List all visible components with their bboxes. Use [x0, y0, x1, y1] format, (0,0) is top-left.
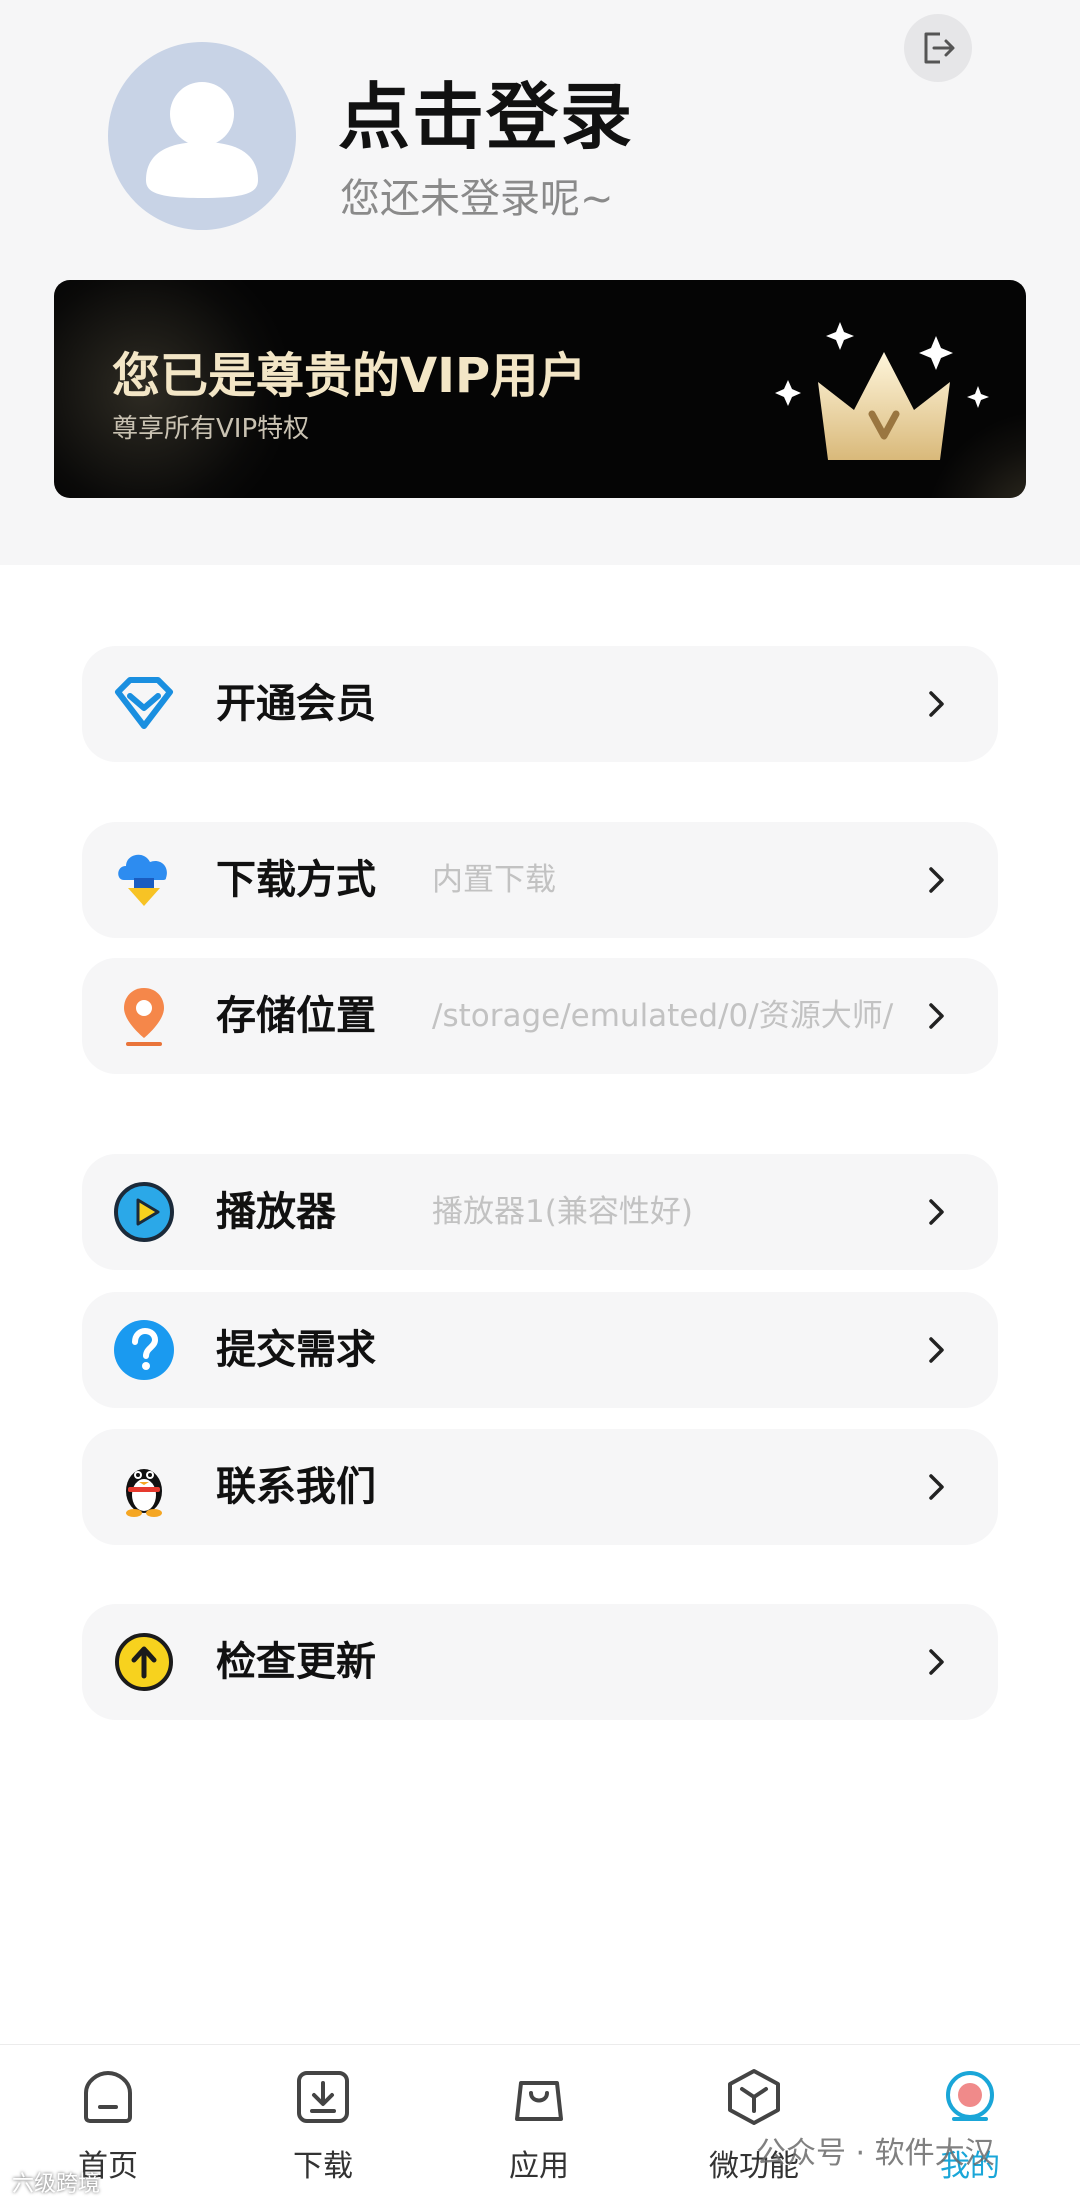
menu-label: 联系我们	[216, 1464, 376, 1510]
chevron-right-icon	[929, 691, 944, 717]
menu-label: 提交需求	[216, 1327, 376, 1373]
avatar[interactable]	[108, 42, 296, 230]
menu-value: 内置下载	[432, 862, 556, 898]
profile-icon	[946, 2071, 994, 2121]
location-pin-icon	[124, 988, 164, 1046]
menu-label: 检查更新	[216, 1639, 376, 1685]
nav-label: 下载	[293, 2149, 353, 2184]
shopping-bag-icon	[515, 2081, 563, 2121]
menu-item-submit-request[interactable]: 提交需求	[82, 1292, 998, 1408]
upgrade-arrow-icon	[115, 1633, 173, 1691]
nav-item-apps[interactable]: 应用	[459, 2045, 619, 2200]
nav-item-mine[interactable]: 我的	[890, 2045, 1050, 2200]
login-subtitle: 您还未登录呢~	[340, 176, 614, 222]
home-icon	[84, 2071, 132, 2123]
logout-button[interactable]	[904, 14, 972, 82]
profile-header: 点击登录 您还未登录呢~ 您已是尊贵的VIP用户 尊享所有VIP特权	[0, 0, 1080, 565]
download-icon	[297, 2071, 349, 2123]
nav-item-download[interactable]: 下载	[243, 2045, 403, 2200]
vip-banner[interactable]: 您已是尊贵的VIP用户 尊享所有VIP特权	[54, 280, 1026, 498]
login-title[interactable]: 点击登录	[338, 58, 634, 163]
menu-item-vip[interactable]: 开通会员	[82, 646, 998, 762]
menu-label: 播放器	[216, 1189, 336, 1235]
watermark-left: 六级跨境	[12, 2172, 101, 2197]
cube-icon	[728, 2069, 780, 2125]
chevron-right-icon	[929, 867, 944, 893]
logout-icon	[924, 32, 955, 64]
cloud-download-icon	[118, 854, 167, 906]
qq-penguin-icon	[126, 1469, 162, 1517]
nav-label: 应用	[509, 2149, 569, 2184]
vip-title: 您已是尊贵的VIP用户	[112, 348, 587, 404]
menu-item-player[interactable]: 播放器 播放器1(兼容性好)	[82, 1154, 998, 1270]
bottom-navigation: 首页 下载 应用 微功能 我的	[0, 2044, 1080, 2200]
watermark-right: 公众号 · 软件大汉	[756, 2136, 995, 2171]
diamond-icon	[115, 677, 173, 729]
menu-value: /storage/emulated/0/资源大师/	[432, 998, 894, 1034]
menu-label: 开通会员	[216, 681, 376, 727]
menu-label: 下载方式	[216, 857, 376, 903]
question-icon	[114, 1320, 174, 1380]
play-icon	[114, 1182, 174, 1242]
vip-subtitle: 尊享所有VIP特权	[112, 414, 310, 444]
chevron-right-icon	[929, 1649, 944, 1675]
menu-item-download-mode[interactable]: 下载方式 内置下载	[82, 822, 998, 938]
menu-value: 播放器1(兼容性好)	[432, 1194, 693, 1230]
vip-crown-icon	[775, 322, 989, 460]
menu-item-storage-location[interactable]: 存储位置 /storage/emulated/0/资源大师/	[82, 958, 998, 1074]
menu-label: 存储位置	[216, 993, 376, 1039]
chevron-right-icon	[929, 1199, 944, 1225]
chevron-right-icon	[929, 1474, 944, 1500]
nav-item-micro-features[interactable]: 微功能	[674, 2045, 834, 2200]
menu-item-check-update[interactable]: 检查更新	[82, 1604, 998, 1720]
menu-item-contact-us[interactable]: 联系我们	[82, 1429, 998, 1545]
default-user-icon	[146, 82, 258, 198]
chevron-right-icon	[929, 1337, 944, 1363]
chevron-right-icon	[929, 1003, 944, 1029]
